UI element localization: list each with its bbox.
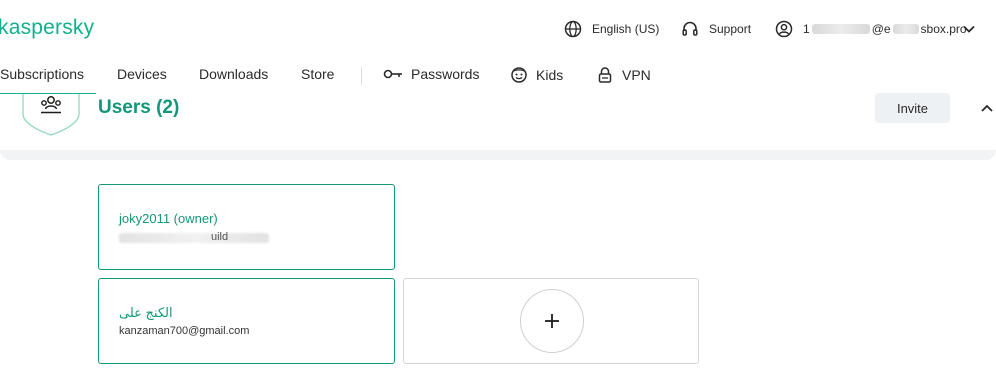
- tab-kids[interactable]: Kids: [510, 66, 563, 84]
- chevron-up-icon[interactable]: [981, 103, 993, 113]
- account-domain: sbox.pro: [920, 22, 967, 36]
- account-prefix: 1: [803, 22, 810, 36]
- user-card[interactable]: الكنج على kanzaman700@gmail.com: [98, 278, 395, 364]
- tab-devices[interactable]: Devices: [117, 66, 167, 82]
- user-icon: [775, 20, 793, 38]
- add-user-button[interactable]: [520, 289, 584, 353]
- language-selector[interactable]: English (US): [564, 18, 659, 40]
- nav-divider: [361, 67, 362, 85]
- user-email-fragment: uild: [211, 231, 229, 243]
- tab-passwords-label: Passwords: [411, 66, 480, 82]
- users-shield-icon: [22, 94, 80, 136]
- invite-button[interactable]: Invite: [875, 93, 950, 123]
- support-label: Support: [709, 22, 752, 36]
- user-name: الكنج على: [119, 305, 173, 320]
- tab-subscriptions[interactable]: Subscriptions: [0, 66, 84, 82]
- plus-icon: [545, 314, 559, 328]
- main-nav: Subscriptions Devices Downloads Store Pa…: [0, 58, 996, 95]
- headset-icon: [682, 21, 698, 36]
- section-divider: [0, 150, 996, 160]
- add-user-card[interactable]: [403, 278, 699, 364]
- user-card-owner[interactable]: joky2011 (owner) uild: [98, 184, 395, 270]
- kaspersky-logo[interactable]: kaspersky: [0, 16, 94, 40]
- support-link[interactable]: Support: [681, 18, 751, 40]
- top-bar: kaspersky English (US) Support 1 @e sbox…: [0, 0, 996, 58]
- user-name: joky2011 (owner): [119, 211, 218, 226]
- tab-subscriptions-label: Subscriptions: [0, 66, 85, 82]
- account-menu[interactable]: 1 @e sbox.pro: [775, 18, 967, 40]
- redacted-text: [119, 233, 269, 243]
- users-title: Users (2): [98, 97, 180, 118]
- tab-vpn-label: VPN: [622, 67, 651, 83]
- chevron-down-icon[interactable]: [962, 22, 976, 36]
- vpn-lock-icon: [598, 67, 612, 83]
- account-redacted-2: [892, 24, 919, 34]
- account-redacted: [811, 24, 870, 34]
- tab-store[interactable]: Store: [301, 66, 334, 82]
- tab-passwords[interactable]: Passwords: [383, 66, 479, 82]
- key-icon: [383, 69, 402, 79]
- tab-devices-label: Devices: [117, 66, 167, 82]
- user-email: kanzaman700@gmail.com: [119, 325, 250, 337]
- tab-store-label: Store: [301, 66, 335, 82]
- kids-icon: [511, 67, 527, 83]
- tab-downloads[interactable]: Downloads: [199, 66, 268, 82]
- account-suffix: @e: [871, 22, 891, 36]
- tab-vpn[interactable]: VPN: [596, 66, 651, 84]
- tab-downloads-label: Downloads: [199, 66, 269, 82]
- tab-kids-label: Kids: [536, 67, 564, 83]
- user-email-redacted: [119, 233, 269, 245]
- language-label: English (US): [592, 22, 660, 36]
- globe-icon: [564, 20, 582, 38]
